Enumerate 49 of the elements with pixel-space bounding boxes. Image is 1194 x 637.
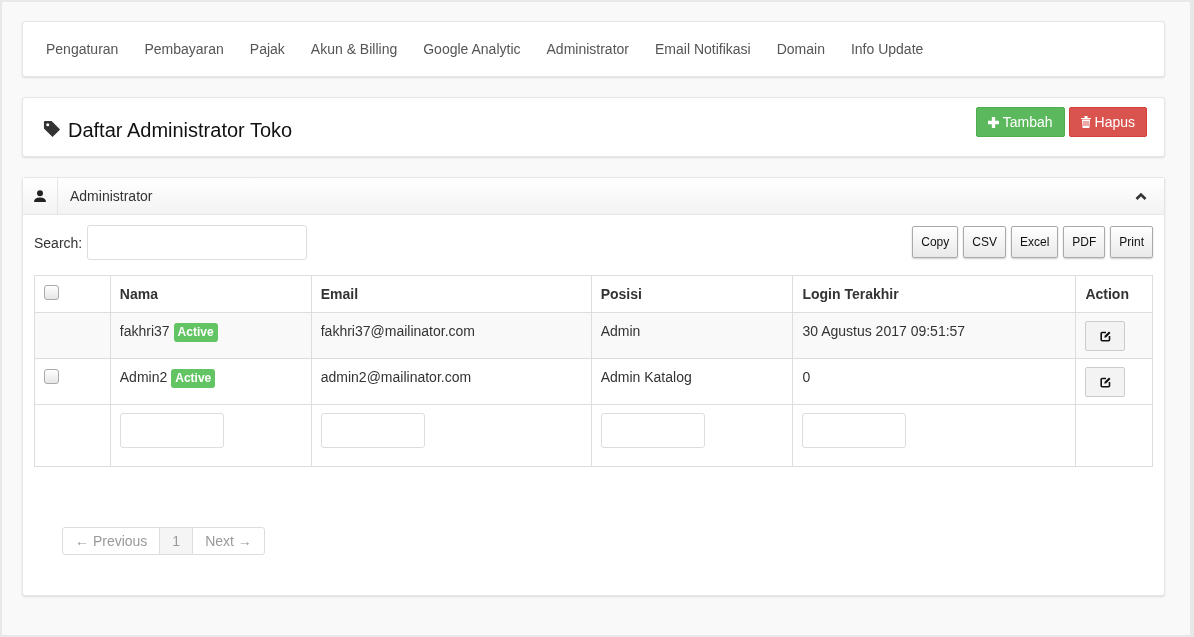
- checkbox[interactable]: [44, 369, 59, 384]
- delete-button[interactable]: Hapus: [1068, 107, 1147, 137]
- column-header: Nama: [110, 275, 312, 313]
- table-cell: admin2@mailinator.com: [320, 369, 472, 385]
- table-cell: 30 Agustus 2017 09:51:57: [802, 323, 966, 339]
- nav-link[interactable]: Pembayaran: [131, 39, 237, 59]
- nav-link[interactable]: Google Analytic: [410, 39, 534, 59]
- filter-field[interactable]: [802, 413, 907, 448]
- edit-button[interactable]: [1085, 321, 1126, 351]
- nav-link[interactable]: Administrator: [533, 39, 642, 59]
- export-button[interactable]: Excel: [1010, 225, 1059, 258]
- table-cell: fakhri37@mailinator.com: [320, 323, 475, 339]
- export-button[interactable]: CSV: [963, 225, 1006, 258]
- nav-link[interactable]: Pengaturan: [33, 39, 132, 59]
- filter-field[interactable]: [320, 413, 425, 448]
- edit-icon: [1099, 376, 1111, 388]
- column-header: Login Terakhir: [792, 275, 1076, 313]
- column-header: Action: [1075, 275, 1153, 313]
- user-icon: [34, 190, 46, 202]
- nav-link[interactable]: Domain: [763, 39, 838, 59]
- status-badge: Active: [171, 369, 216, 388]
- edit-icon: [1099, 330, 1111, 342]
- page-title: Daftar Administrator Toko: [68, 118, 293, 142]
- export-button[interactable]: Copy: [912, 225, 959, 258]
- search-field[interactable]: [87, 225, 308, 260]
- edit-button[interactable]: [1085, 367, 1126, 397]
- nav-link[interactable]: Email Notifikasi: [642, 39, 764, 59]
- export-button[interactable]: PDF: [1063, 225, 1106, 258]
- checkbox[interactable]: [44, 285, 59, 300]
- panel-title: Administrator: [69, 188, 154, 204]
- column-header: Posisi: [591, 275, 793, 313]
- nav-link[interactable]: Info Update: [837, 39, 937, 59]
- table-cell: fakhri37: [119, 323, 170, 339]
- status-badge: Active: [173, 323, 218, 342]
- table-cell: 0: [802, 369, 811, 385]
- trash-icon: [1080, 116, 1091, 128]
- tag-icon: [43, 119, 62, 139]
- chevron-up-icon[interactable]: [1135, 192, 1147, 200]
- filter-field[interactable]: [119, 413, 224, 448]
- filter-field[interactable]: [600, 413, 705, 448]
- column-header: Email: [311, 275, 592, 313]
- export-button[interactable]: Print: [1110, 225, 1153, 258]
- table-cell: Admin: [600, 323, 641, 339]
- nav-link[interactable]: Pajak: [236, 39, 298, 59]
- table-cell: Admin2: [119, 369, 168, 385]
- search-label: Search:: [34, 234, 83, 251]
- nav-link[interactable]: Akun & Billing: [297, 39, 411, 59]
- table-cell: Admin Katalog: [600, 369, 692, 385]
- plus-icon: [987, 116, 999, 128]
